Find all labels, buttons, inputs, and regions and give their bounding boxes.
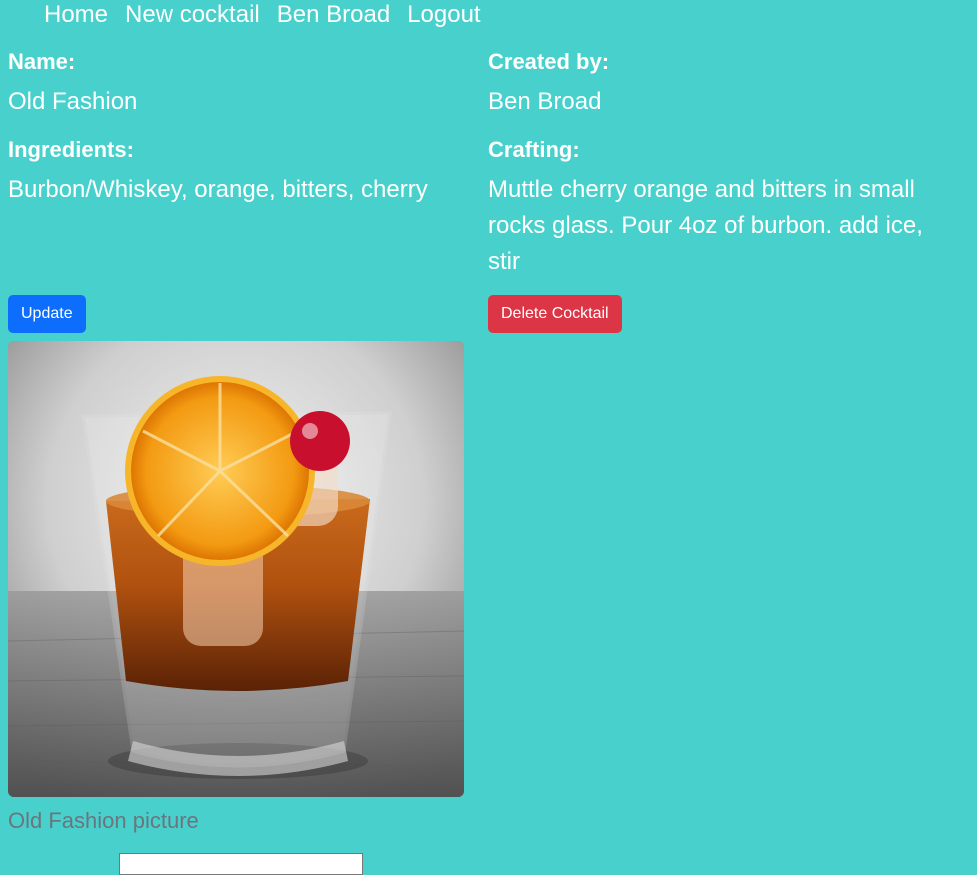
nav-logout-link[interactable]: Logout (407, 0, 480, 30)
update-button[interactable]: Update (8, 295, 86, 333)
cocktail-name: Old Fashion (8, 88, 138, 115)
creator-name: Ben Broad (488, 88, 602, 115)
cocktail-photo (8, 341, 464, 797)
upload-input[interactable] (119, 853, 363, 875)
left-column: Name: Old Fashion Ingredients: Burbon/Wh… (8, 46, 464, 203)
name-label: Name: (8, 49, 76, 74)
photo-caption: Old Fashion picture (8, 808, 199, 833)
cocktail-photo-illustration (8, 341, 464, 797)
right-column: Created by: Ben Broad Crafting: Muttle c… (488, 46, 928, 275)
nav-home-link[interactable]: Home (44, 0, 108, 30)
nav-user-link[interactable]: Ben Broad (277, 0, 390, 30)
ingredients-label: Ingredients: (8, 137, 134, 162)
delete-cocktail-button[interactable]: Delete Cocktail (488, 295, 622, 333)
crafting-label: Crafting: (488, 137, 580, 162)
nav-new-cocktail-link[interactable]: New cocktail (125, 0, 260, 30)
top-nav: Home New cocktail Ben Broad Logout (44, 0, 481, 30)
ingredients-value: Burbon/Whiskey, orange, bitters, cherry (8, 176, 428, 203)
crafting-value: Muttle cherry orange and bitters in smal… (488, 176, 923, 275)
created-by-label: Created by: (488, 49, 610, 74)
